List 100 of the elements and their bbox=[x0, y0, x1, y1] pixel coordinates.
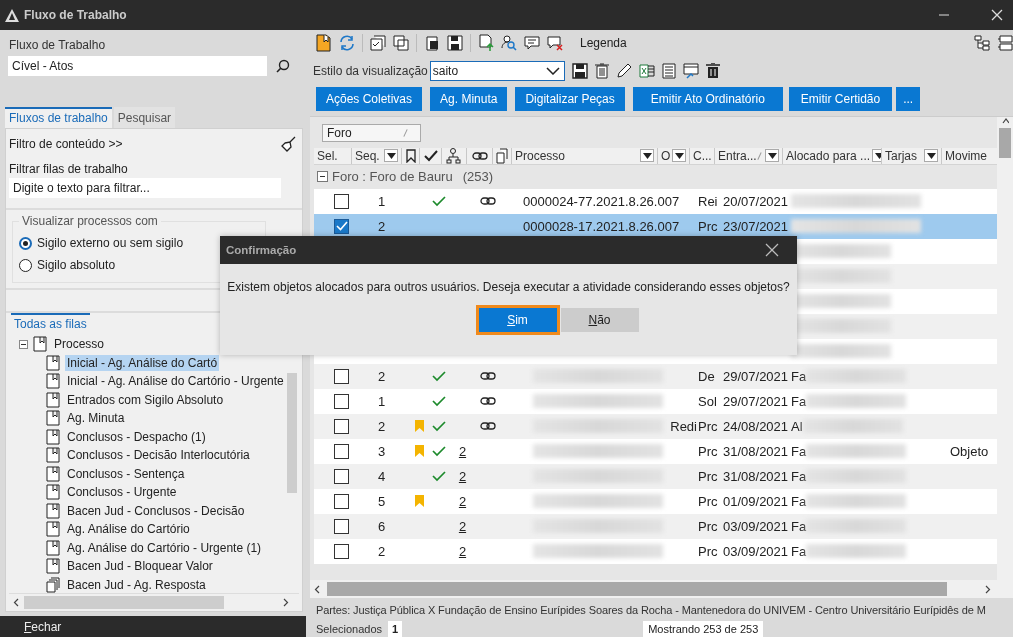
spreadsheet-icon[interactable] bbox=[638, 62, 655, 79]
action-button[interactable]: Digitalizar Peças bbox=[515, 86, 625, 111]
checkbox[interactable] bbox=[334, 468, 349, 484]
checkbox[interactable] bbox=[334, 218, 349, 234]
count-link[interactable]: 2 bbox=[458, 543, 467, 559]
layout-icon[interactable] bbox=[997, 34, 1013, 51]
scrollbar[interactable] bbox=[997, 116, 1013, 580]
checkbox[interactable] bbox=[334, 368, 349, 384]
table-row[interactable]: 2 Redi Prc 24/08/2021 Al bbox=[314, 413, 997, 439]
column-header[interactable]: Processo bbox=[511, 147, 657, 164]
checkbox[interactable] bbox=[334, 493, 349, 509]
checkbox[interactable] bbox=[334, 443, 349, 459]
dialog-button[interactable]: Não bbox=[560, 308, 639, 332]
tree-item[interactable]: Conclusos - Urgente bbox=[46, 483, 179, 502]
column-header[interactable]: C... bbox=[689, 147, 714, 164]
export-window-icon[interactable] bbox=[682, 62, 699, 79]
collapse-icon[interactable] bbox=[19, 339, 28, 349]
dropdown-button[interactable] bbox=[924, 149, 938, 163]
table-row[interactable]: 2 De 29/07/2021 Fa bbox=[314, 363, 997, 389]
save-icon[interactable] bbox=[447, 34, 463, 51]
chevron-up-icon[interactable] bbox=[1001, 116, 1009, 126]
count-link[interactable]: 2 bbox=[458, 468, 467, 484]
count-link[interactable]: 2 bbox=[458, 443, 467, 459]
tab[interactable]: Pesquisar bbox=[113, 107, 176, 128]
trash-icon[interactable] bbox=[594, 62, 609, 79]
column-header[interactable]: Movime bbox=[941, 147, 996, 164]
tree-item[interactable]: Bacen Jud - Bloquear Valor bbox=[46, 557, 215, 576]
workflow-field[interactable]: Cível - Atos bbox=[8, 56, 267, 76]
close-icon[interactable] bbox=[991, 9, 1003, 21]
pencil-icon[interactable] bbox=[615, 62, 632, 79]
copy-icon[interactable] bbox=[393, 34, 409, 51]
table-row[interactable]: 4 2 Prc 31/08/2021 Fa bbox=[314, 463, 997, 489]
tree-item[interactable]: Ag. Análise do Cartório bbox=[46, 520, 192, 539]
column-header[interactable]: O bbox=[657, 147, 689, 164]
table-row[interactable]: 6 2 Prc 03/09/2021 Fa bbox=[314, 513, 997, 539]
action-button[interactable]: ... bbox=[896, 86, 921, 111]
column-header[interactable]: Tarjas bbox=[881, 147, 941, 164]
scrollbar-thumb[interactable] bbox=[327, 582, 947, 596]
tree-item[interactable]: Conclusos - Sentença bbox=[46, 464, 187, 483]
chevron-left-icon[interactable] bbox=[314, 584, 321, 594]
dropdown-button[interactable] bbox=[672, 149, 687, 163]
document-upload-icon[interactable] bbox=[478, 33, 494, 52]
broom-icon[interactable] bbox=[281, 136, 297, 152]
option-label[interactable]: Sigilo externo ou sem sigilo bbox=[37, 236, 184, 250]
scrollbar-thumb[interactable] bbox=[999, 127, 1011, 158]
dropdown-button[interactable] bbox=[384, 149, 398, 163]
radio-button[interactable] bbox=[19, 236, 32, 250]
tree-view-icon[interactable] bbox=[974, 34, 990, 51]
close-icon[interactable] bbox=[765, 243, 779, 257]
dropdown-button[interactable] bbox=[640, 149, 654, 163]
scrollbar-thumb[interactable] bbox=[24, 596, 224, 609]
refresh-icon[interactable] bbox=[339, 34, 355, 51]
action-button[interactable]: Emitir Ato Ordinatório bbox=[632, 86, 783, 111]
clipboard-icon[interactable] bbox=[424, 34, 440, 51]
legend-link[interactable]: Legenda bbox=[580, 35, 627, 50]
close-button[interactable]: Fechar bbox=[0, 616, 306, 637]
action-button[interactable]: Ag. Minuta bbox=[430, 86, 508, 111]
tab[interactable]: Todas as filas bbox=[11, 313, 90, 333]
scrollbar[interactable] bbox=[9, 593, 299, 611]
tree-item[interactable]: Conclusos - Despacho (1) bbox=[46, 427, 208, 446]
tree-item[interactable]: Entrados com Sigilo Absoluto bbox=[46, 390, 226, 409]
collapse-icon[interactable] bbox=[317, 171, 328, 183]
option-label[interactable]: Sigilo absoluto bbox=[37, 258, 116, 272]
tree-item[interactable]: Inicial - Ag. Análise do Cartório - Urgente bbox=[46, 372, 286, 391]
tree-item[interactable]: Processo bbox=[19, 335, 107, 354]
group-by-chip[interactable]: Foro bbox=[322, 123, 421, 142]
tab[interactable]: Fluxos de trabalho bbox=[5, 107, 112, 128]
filter-field[interactable]: Digite o texto para filtrar... bbox=[9, 178, 281, 198]
tree-item[interactable]: Ag. Minuta bbox=[46, 409, 127, 428]
tree-item[interactable]: Conclusos - Decisão Interlocutória bbox=[46, 446, 252, 465]
column-header[interactable]: Sel. bbox=[314, 147, 351, 164]
tree-item[interactable]: Ag. Análise do Cartório - Urgente (1) bbox=[46, 538, 264, 557]
checkbox[interactable] bbox=[334, 518, 349, 534]
column-header[interactable]: Entra... bbox=[714, 147, 782, 164]
dropdown-button[interactable] bbox=[765, 149, 779, 163]
document-icon[interactable] bbox=[661, 62, 676, 79]
checkbox[interactable] bbox=[334, 543, 349, 559]
count-link[interactable]: 2 bbox=[458, 493, 467, 509]
chevron-right-icon[interactable] bbox=[984, 584, 991, 594]
chevron-left-icon[interactable] bbox=[13, 598, 20, 607]
dialog-button[interactable]: Sim bbox=[478, 308, 557, 332]
column-header[interactable]: Seq. bbox=[351, 147, 401, 164]
checkbox[interactable] bbox=[334, 418, 349, 434]
checklist-icon[interactable] bbox=[370, 34, 386, 51]
tree-item[interactable]: Bacen Jud - Conclusos - Decisão bbox=[46, 501, 247, 520]
comment-delete-icon[interactable] bbox=[547, 34, 563, 51]
action-button[interactable]: Emitir Certidão bbox=[788, 86, 893, 111]
radio-button[interactable] bbox=[19, 258, 32, 272]
tree-item[interactable]: Bacen Jud - Ag. Resposta bbox=[46, 575, 208, 593]
checkbox[interactable] bbox=[334, 193, 349, 209]
save-icon[interactable] bbox=[571, 62, 588, 79]
column-header[interactable] bbox=[419, 147, 441, 164]
content-filter-link[interactable]: Filtro de conteúdo >> bbox=[9, 137, 123, 151]
column-header[interactable] bbox=[401, 147, 419, 164]
scrollbar-thumb[interactable] bbox=[287, 373, 297, 493]
trash-icon[interactable] bbox=[705, 62, 720, 79]
column-header[interactable]: Alocado para ... bbox=[782, 147, 881, 164]
search-person-icon[interactable] bbox=[501, 34, 517, 51]
comment-icon[interactable] bbox=[524, 34, 540, 51]
count-link[interactable]: 2 bbox=[458, 518, 467, 534]
